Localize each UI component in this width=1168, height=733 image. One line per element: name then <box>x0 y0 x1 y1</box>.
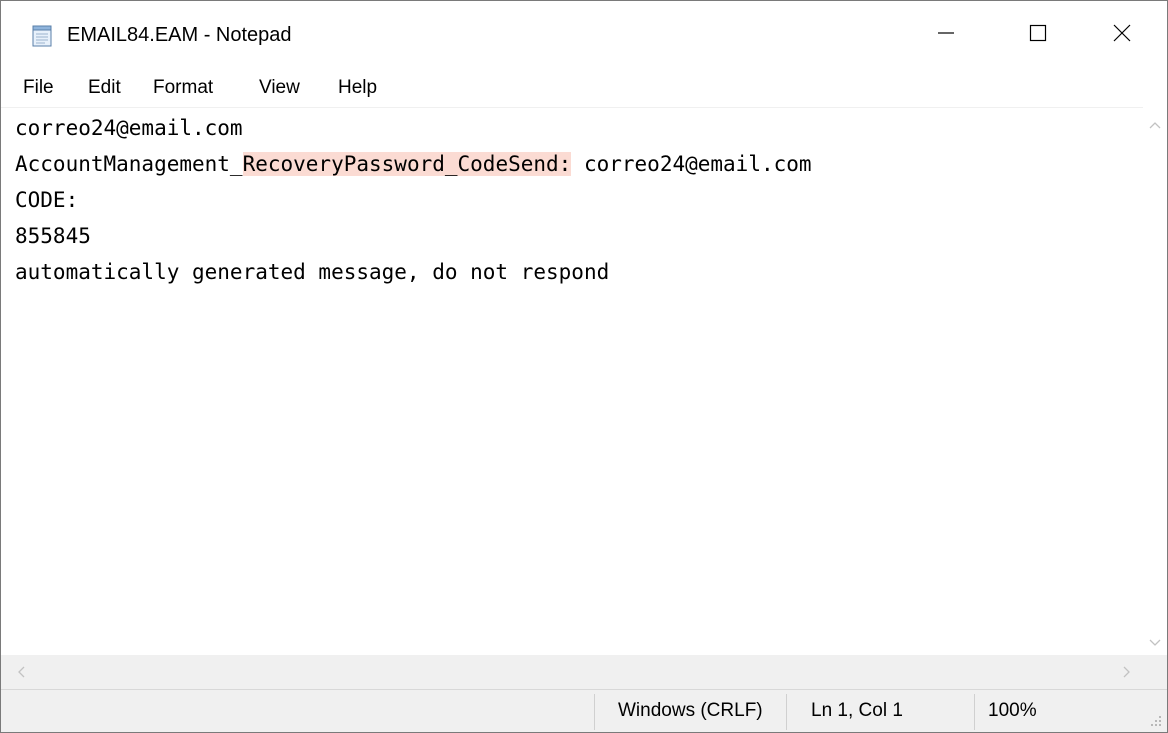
scroll-left-icon[interactable] <box>9 660 33 684</box>
close-icon <box>1112 23 1132 48</box>
status-divider <box>786 694 787 730</box>
text-line: automatically generated message, do not … <box>15 260 610 284</box>
window-title: EMAIL84.EAM - Notepad <box>67 24 292 46</box>
maximize-button[interactable] <box>992 1 1084 69</box>
horizontal-scrollbar[interactable] <box>1 655 1167 689</box>
text-segment: correo24@email.com <box>571 152 812 176</box>
menu-bar: File Edit Format View Help <box>1 69 1167 107</box>
text-line: correo24@email.com <box>15 116 243 140</box>
menu-file[interactable]: File <box>23 75 54 101</box>
text-editor[interactable]: correo24@email.com AccountManagement_Rec… <box>1 107 1143 655</box>
maximize-icon <box>1028 23 1048 48</box>
text-line: 855845 <box>15 224 91 248</box>
resize-grip-icon[interactable] <box>1147 712 1163 728</box>
title-bar[interactable]: EMAIL84.EAM - Notepad <box>1 1 1167 69</box>
close-button[interactable] <box>1076 1 1168 69</box>
cursor-position-status: Ln 1, Col 1 <box>811 700 903 721</box>
notepad-window: EMAIL84.EAM - Notepad File Edit Format V… <box>0 0 1168 733</box>
scroll-right-icon[interactable] <box>1115 660 1139 684</box>
text-segment: AccountManagement_ <box>15 152 243 176</box>
notepad-icon <box>31 25 53 47</box>
status-bar: Windows (CRLF) Ln 1, Col 1 100% <box>1 689 1167 732</box>
scroll-down-icon[interactable] <box>1143 631 1167 655</box>
menu-format[interactable]: Format <box>153 75 213 101</box>
vertical-scrollbar[interactable] <box>1143 107 1167 655</box>
text-line: AccountManagement_RecoveryPassword_CodeS… <box>1 146 1143 182</box>
highlighted-text: RecoveryPassword_CodeSend: <box>242 152 572 176</box>
status-divider <box>974 694 975 730</box>
menu-help[interactable]: Help <box>338 75 377 101</box>
line-ending-status: Windows (CRLF) <box>618 700 763 721</box>
menu-edit[interactable]: Edit <box>88 75 121 101</box>
minimize-button[interactable] <box>900 1 992 69</box>
menu-view[interactable]: View <box>259 75 300 101</box>
zoom-status: 100% <box>988 700 1037 721</box>
minimize-icon <box>936 23 956 48</box>
text-line: CODE: <box>15 188 79 212</box>
scroll-up-icon[interactable] <box>1143 113 1167 137</box>
status-divider <box>594 694 595 730</box>
